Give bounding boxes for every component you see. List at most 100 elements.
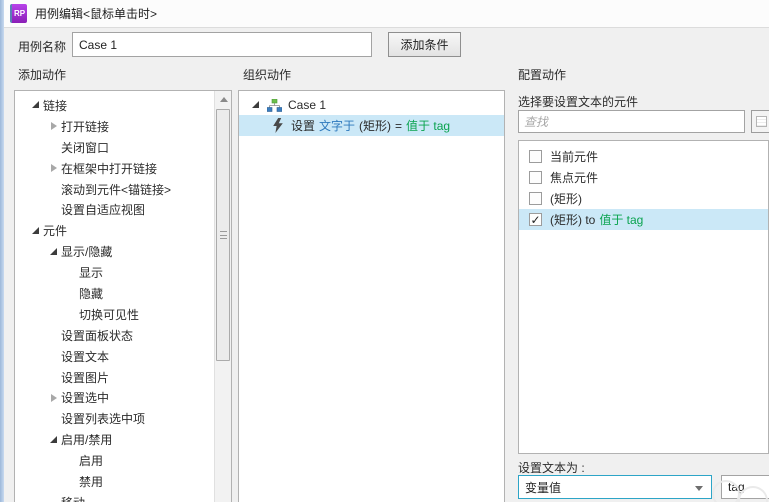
case-label: Case 1 bbox=[288, 98, 327, 112]
action-item-selected[interactable]: 设置 文字于 (矩形) = 值于 tag bbox=[239, 115, 504, 136]
tree-label: 设置文本 bbox=[61, 349, 110, 364]
widget-row-current[interactable]: 当前元件 bbox=[519, 146, 768, 167]
add-condition-button[interactable]: 添加条件 bbox=[388, 32, 461, 57]
tree-label: 显示/隐藏 bbox=[61, 245, 113, 260]
expander-open-icon[interactable] bbox=[249, 98, 263, 112]
filter-toggle-button[interactable] bbox=[751, 110, 769, 133]
case-name-input[interactable] bbox=[72, 32, 372, 57]
tree-label: 设置图片 bbox=[61, 370, 110, 385]
tree-item-close-window[interactable]: 关闭窗口 bbox=[15, 137, 214, 158]
tree-item-toggle-visibility[interactable]: 切换可见性 bbox=[15, 304, 214, 325]
tree-item-enable[interactable]: 启用 bbox=[15, 450, 214, 471]
widget-list: 当前元件 焦点元件 (矩形) ✓ (矩形) to 值于 tag bbox=[518, 140, 769, 454]
tree-item-enable-disable[interactable]: 启用/禁用 bbox=[15, 429, 214, 450]
tree-item-set-text[interactable]: 设置文本 bbox=[15, 346, 214, 367]
organize-actions-header: 组织动作 bbox=[243, 68, 292, 82]
action-verb: 设置 bbox=[291, 119, 316, 133]
tree-label: 打开链接 bbox=[61, 119, 110, 134]
expander-closed-icon[interactable] bbox=[47, 161, 61, 175]
tree-item-open-in-frame[interactable]: 在框架中打开链接 bbox=[15, 158, 214, 179]
tree-item-set-panel-state[interactable]: 设置面板状态 bbox=[15, 325, 214, 346]
tree-item-hide[interactable]: 隐藏 bbox=[15, 283, 214, 304]
action-tree: 链接 打开链接 关闭窗口 在框架中打开链接 滚动到元件<锚链接> 设置自适应视图… bbox=[15, 91, 214, 502]
action-value: 值于 tag bbox=[406, 119, 451, 133]
scrollbar-up-icon[interactable] bbox=[216, 92, 231, 107]
checkbox-checked[interactable]: ✓ bbox=[529, 213, 542, 226]
search-input[interactable] bbox=[518, 110, 745, 133]
tree-label: 隐藏 bbox=[79, 286, 104, 301]
expander-open-icon[interactable] bbox=[47, 433, 61, 447]
tree-label: 链接 bbox=[43, 98, 68, 113]
expander-open-icon[interactable] bbox=[29, 98, 43, 112]
lightning-icon bbox=[273, 118, 283, 133]
value-type-selected: 变量值 bbox=[525, 480, 562, 495]
checkbox-unchecked[interactable] bbox=[529, 171, 542, 184]
tree-item-set-image[interactable]: 设置图片 bbox=[15, 367, 214, 388]
expander-closed-icon[interactable] bbox=[47, 391, 61, 405]
checkbox-unchecked[interactable] bbox=[529, 150, 542, 163]
widget-label: 当前元件 bbox=[550, 150, 599, 164]
tree-label: 显示 bbox=[79, 266, 104, 281]
tree-item-widgets[interactable]: 元件 bbox=[15, 220, 214, 241]
configure-actions-header: 配置动作 bbox=[518, 68, 567, 82]
scrollbar-thumb[interactable] bbox=[216, 109, 230, 361]
tree-item-set-list-selection[interactable]: 设置列表选中项 bbox=[15, 408, 214, 429]
expander-closed-icon[interactable] bbox=[47, 119, 61, 133]
widget-row-focused[interactable]: 焦点元件 bbox=[519, 167, 768, 188]
widget-row-rectangle-selected[interactable]: ✓ (矩形) to 值于 tag bbox=[519, 209, 768, 230]
tree-label: 切换可见性 bbox=[79, 307, 140, 322]
widget-value-label: 值于 tag bbox=[599, 213, 644, 227]
tree-label: 启用/禁用 bbox=[61, 433, 113, 448]
value-type-dropdown[interactable]: 变量值 bbox=[518, 475, 712, 499]
tree-label: 设置选中 bbox=[61, 391, 110, 406]
tree-item-show[interactable]: 显示 bbox=[15, 262, 214, 283]
tree-item-scroll-to-widget[interactable]: 滚动到元件<锚链接> bbox=[15, 179, 214, 200]
dialog-title: 用例编辑<鼠标单击时> bbox=[35, 7, 158, 21]
tree-item-set-adaptive-view[interactable]: 设置自适应视图 bbox=[15, 199, 214, 220]
axure-rp-icon: RP bbox=[10, 4, 27, 23]
tree-scrollbar[interactable] bbox=[214, 91, 231, 502]
chevron-down-icon bbox=[695, 486, 703, 491]
expander-open-icon[interactable] bbox=[29, 224, 43, 238]
action-target: (矩形) bbox=[359, 119, 392, 133]
widget-label: (矩形) bbox=[550, 192, 582, 206]
tree-item-disable[interactable]: 禁用 bbox=[15, 471, 214, 492]
check-icon: ✓ bbox=[530, 212, 541, 227]
tree-label: 设置列表选中项 bbox=[61, 412, 146, 427]
tree-label: 在框架中打开链接 bbox=[61, 161, 158, 176]
tree-label: 关闭窗口 bbox=[61, 140, 110, 155]
widget-row-rectangle[interactable]: (矩形) bbox=[519, 188, 768, 209]
widget-label: (矩形) to bbox=[550, 213, 596, 227]
widget-label: 焦点元件 bbox=[550, 171, 599, 185]
organize-actions-panel: Case 1 设置 文字于 (矩形) = 值于 tag bbox=[238, 90, 505, 502]
tree-item-show-hide[interactable]: 显示/隐藏 bbox=[15, 241, 214, 262]
tree-item-open-link[interactable]: 打开链接 bbox=[15, 116, 214, 137]
tree-label: 禁用 bbox=[79, 474, 104, 489]
tree-item-set-selected[interactable]: 设置选中 bbox=[15, 387, 214, 408]
tree-label: 启用 bbox=[79, 454, 104, 469]
tree-item-move[interactable]: 移动 bbox=[15, 492, 214, 502]
filter-icon bbox=[755, 116, 767, 127]
action-operator: = bbox=[395, 118, 403, 133]
expander-open-icon[interactable] bbox=[47, 245, 61, 259]
tree-label: 设置自适应视图 bbox=[61, 203, 146, 218]
case-node[interactable]: Case 1 bbox=[239, 95, 504, 115]
case-icon bbox=[267, 98, 282, 112]
tree-label: 滚动到元件<锚链接> bbox=[61, 182, 172, 197]
tree-label: 设置面板状态 bbox=[61, 328, 134, 343]
tree-label: 移动 bbox=[61, 494, 85, 502]
tree-item-links[interactable]: 链接 bbox=[15, 95, 214, 116]
checkbox-unchecked[interactable] bbox=[529, 192, 542, 205]
scrollbar-grip bbox=[220, 231, 227, 239]
